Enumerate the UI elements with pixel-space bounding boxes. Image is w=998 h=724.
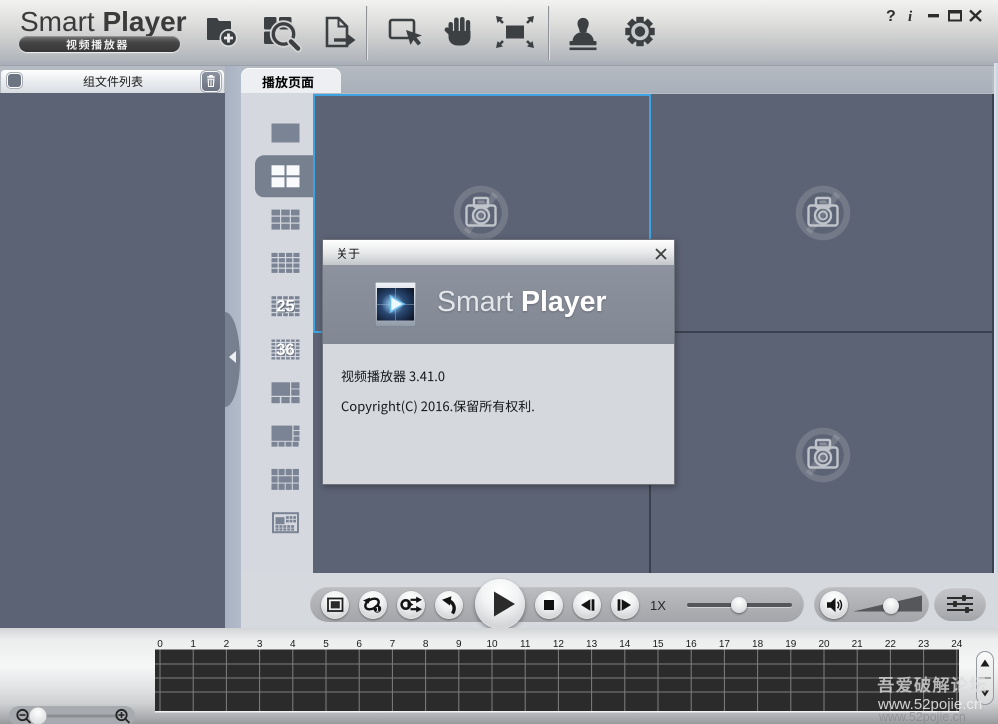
svg-text:11: 11	[520, 639, 531, 650]
svg-text:20: 20	[818, 639, 830, 650]
svg-text:1: 1	[375, 606, 379, 613]
svg-text:12: 12	[553, 639, 565, 650]
svg-text:i: i	[908, 9, 913, 25]
svg-text:19: 19	[785, 639, 797, 650]
svg-text:6: 6	[356, 639, 362, 650]
svg-text:3: 3	[257, 639, 263, 650]
svg-text:22: 22	[885, 639, 897, 650]
svg-text:13: 13	[586, 639, 598, 650]
svg-text:36: 36	[276, 341, 294, 359]
svg-text:2: 2	[224, 639, 230, 650]
svg-text:1: 1	[190, 639, 196, 650]
svg-text:17: 17	[719, 639, 731, 650]
svg-text:16: 16	[686, 639, 698, 650]
svg-text:18: 18	[752, 639, 764, 650]
svg-text:7: 7	[390, 639, 396, 650]
svg-text:23: 23	[918, 639, 930, 650]
svg-text:10: 10	[486, 639, 498, 650]
svg-text:5: 5	[323, 639, 329, 650]
svg-text:25: 25	[276, 298, 294, 316]
svg-text:9: 9	[456, 639, 462, 650]
svg-text:0: 0	[157, 639, 163, 650]
svg-text:21: 21	[852, 639, 864, 650]
svg-text:14: 14	[619, 639, 631, 650]
svg-text:4: 4	[290, 639, 296, 650]
svg-text:?: ?	[886, 8, 896, 25]
svg-text:24: 24	[951, 639, 963, 650]
svg-text:8: 8	[423, 639, 429, 650]
svg-text:15: 15	[652, 639, 664, 650]
